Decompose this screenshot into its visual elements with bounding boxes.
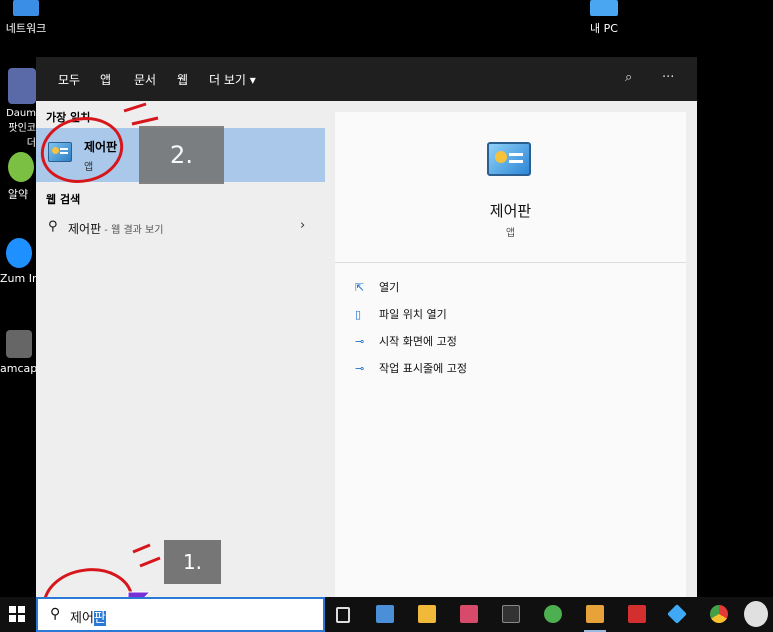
calculator-icon[interactable] [376,605,394,623]
taskbar: ⚲ 제어판 [0,597,773,632]
preview-pane: 제어판 앱 ⇱ 열기 ▯ 파일 위치 열기 ⊸ 시작 화면에 고정 ⊸ 작업 표시줄에 … [335,112,686,597]
action-label: 작업 표시줄에 고정 [379,362,467,375]
search-panel: 모두 앱 문서 웹 더 보기 ▾ ⌕ ··· 가장 일치 제어판 앱 웹 검색 … [36,57,697,597]
tab-all[interactable]: 모두 [54,71,84,104]
step-1-label: 1. [164,540,221,584]
web-result-suffix: - 웹 결과 보기 [101,225,164,236]
web-result-query: 제어판 [68,222,102,236]
taskbar-search-box[interactable]: ⚲ 제어판 [36,597,325,632]
action-open[interactable]: ⇱ 열기 [355,279,399,295]
network-icon [13,0,39,16]
media-player-icon[interactable] [586,605,604,623]
desktop-icon-label: Daum 팟인코더 [6,108,36,149]
more-icon[interactable]: ··· [662,70,674,85]
search-selected-text: 판 [93,611,106,626]
step-2-label: 2. [139,126,224,184]
app-icon[interactable] [460,605,478,623]
desktop-icon-amcap[interactable]: amcap [0,330,36,375]
desktop-icon-my-pc[interactable]: 내 PC [578,0,630,36]
avatar-icon[interactable] [744,601,768,627]
start-button[interactable] [9,606,25,622]
action-label: 시작 화면에 고정 [379,335,457,348]
desktop-icon-label: 네트워크 [5,22,47,35]
open-icon: ⇱ [355,281,365,294]
desktop-icon-network[interactable]: 네트워크 [0,0,52,36]
file-icon: ▯ [355,308,362,321]
windows-logo-tile [9,615,16,622]
task-view-icon[interactable] [336,607,350,623]
web-search-result[interactable]: ⚲ 제어판 - 웹 결과 보기 › [36,214,325,240]
kodi-icon[interactable] [667,604,687,624]
search-text: 제어 [70,611,94,626]
tab-web[interactable]: 웹 [177,71,188,88]
divider [335,262,686,263]
preview-title: 제어판 [489,202,532,220]
search-input[interactable]: 제어판 [70,607,106,626]
search-icon: ⚲ [50,606,61,622]
tab-documents[interactable]: 문서 [134,71,156,88]
alyac-icon [8,152,34,182]
pin-icon: ⊸ [355,362,365,375]
windows-logo-tile [18,615,25,622]
action-label: 파일 위치 열기 [379,308,447,321]
control-panel-icon [48,142,72,162]
file-explorer-icon[interactable] [418,605,436,623]
app-icon[interactable] [628,605,646,623]
best-match-subtitle: 앱 [84,162,94,173]
web-result-text: 제어판 - 웹 결과 보기 [68,220,163,237]
desktop-icon-label: amcap [0,362,36,375]
chevron-right-icon[interactable]: › [300,218,305,233]
camera-icon [6,330,32,358]
search-icon: ⚲ [48,219,58,234]
computer-icon [590,0,618,16]
desktop-icon-label: 알약 [7,188,29,201]
desktop-icon-alyac[interactable]: 알약 [0,152,36,202]
desktop-icon-daum[interactable]: Daum 팟인코더 [0,68,40,149]
internet-explorer-icon [6,238,32,268]
action-open-file-location[interactable]: ▯ 파일 위치 열기 [355,306,447,322]
preview-subtitle: 앱 [505,228,516,239]
daum-potencoder-icon [8,68,36,104]
desktop-icon-label: Zum Internet [0,272,36,285]
desktop-icon-zum[interactable]: Zum Internet [0,238,36,285]
tab-more[interactable]: 더 보기 ▾ [209,71,256,88]
web-search-header: 웹 검색 [46,193,81,206]
control-panel-icon [487,142,531,176]
action-label: 열기 [379,281,400,294]
search-tabs-bar: 모두 앱 문서 웹 더 보기 ▾ ⌕ ··· [36,57,697,104]
chrome-icon[interactable] [710,605,728,623]
desktop: 네트워크 내 PC Daum 팟인코더 알약 Zum Internet amca… [0,0,773,632]
pin-icon: ⊸ [355,335,365,348]
best-match-title: 제어판 [84,140,118,154]
terminal-icon[interactable] [502,605,520,623]
windows-logo-tile [9,606,16,613]
tab-apps[interactable]: 앱 [100,71,111,88]
action-pin-to-start[interactable]: ⊸ 시작 화면에 고정 [355,333,457,349]
utorrent-icon[interactable] [544,605,562,623]
desktop-icon-label: 내 PC [590,22,618,35]
feedback-icon[interactable]: ⌕ [625,70,632,85]
best-match-header: 가장 일치 [46,111,91,124]
action-pin-to-taskbar[interactable]: ⊸ 작업 표시줄에 고정 [355,360,467,376]
windows-logo-tile [18,606,25,613]
